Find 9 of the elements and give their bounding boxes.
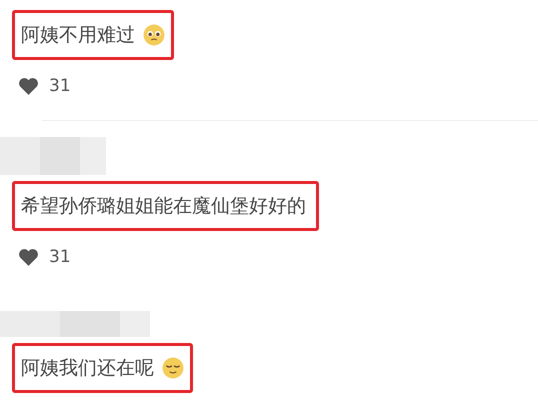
like-count: 31 [49, 76, 71, 96]
comment-text: 阿姨我们还在呢 [21, 356, 154, 381]
heart-icon[interactable] [18, 248, 39, 266]
emoji-icon [162, 357, 184, 379]
heart-icon[interactable] [18, 76, 39, 96]
comment-text: 希望孙侨璐姐姐能在魔仙堡好好的 [21, 194, 306, 219]
emoji-icon [143, 24, 165, 46]
like-count: 31 [49, 247, 71, 267]
comment-text: 阿姨不用难过 [21, 23, 135, 48]
